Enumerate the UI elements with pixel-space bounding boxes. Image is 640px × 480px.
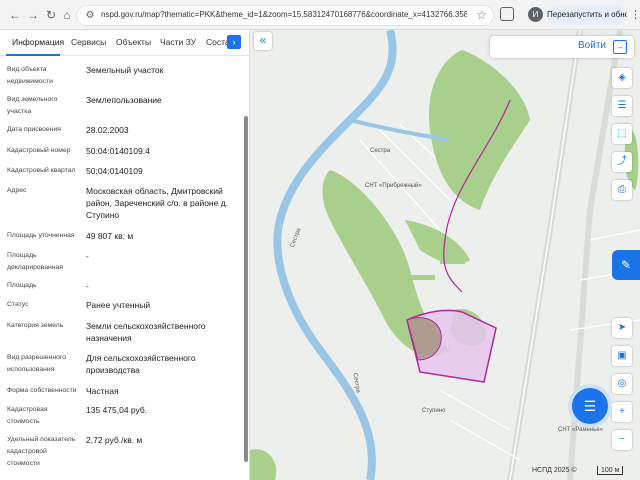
info-value: Землепользование	[86, 95, 162, 105]
gps-icon[interactable]: ◎	[612, 374, 632, 394]
relaunch-button[interactable]: Перезапустить и обновить	[547, 5, 627, 25]
info-label: Вид объекта недвижимости	[7, 66, 53, 85]
map-copyright: НСПД 2025 ©	[532, 467, 577, 474]
profile-avatar[interactable]: И	[528, 7, 543, 22]
info-label: Адрес	[7, 187, 27, 194]
url-text[interactable]: nspd.gov.ru/map?thematic=PKK&theme_id=1&…	[101, 10, 467, 19]
info-label: Кадастровый квартал	[7, 167, 76, 174]
info-label: Дата присвоения	[7, 126, 61, 133]
layers-icon[interactable]: ◈	[612, 68, 632, 88]
login-arrow-icon: →	[613, 40, 627, 54]
info-value: -	[86, 281, 89, 291]
river-label: Сестра	[370, 148, 391, 154]
info-value: Земельный участок	[86, 65, 164, 75]
info-label: Площадь декларированная	[7, 252, 63, 271]
info-label: Площадь	[7, 282, 37, 289]
login-label: Войти	[578, 40, 606, 51]
zoom-out-icon[interactable]: −	[612, 430, 632, 450]
settlement-label: СНТ «Прибрежный»	[365, 183, 422, 189]
collapse-panel-icon[interactable]: «	[254, 32, 272, 50]
info-value: Частная	[86, 386, 119, 396]
info-panel: Информация Сервисы Объекты Части ЗУ Сост…	[0, 30, 250, 480]
info-value: Для сельскохозяйственного производства	[86, 353, 196, 375]
info-value: 50:04:0140109	[86, 166, 143, 176]
info-label: Вид разрешенного использования	[7, 354, 66, 373]
share-icon[interactable]: ⤴	[612, 152, 632, 172]
info-value: 28.02.2003	[86, 125, 129, 135]
tab-parcel-parts[interactable]: Части ЗУ	[160, 37, 196, 47]
panel-scrollbar[interactable]	[244, 116, 248, 462]
back-arrow-icon[interactable]: ←	[6, 6, 24, 24]
info-label: Площадь уточненная	[7, 232, 75, 239]
bookmark-star-icon[interactable]: ☆	[476, 8, 487, 22]
layers-list-icon[interactable]: ☰	[612, 96, 632, 116]
browser-toolbar: ← → ↻ ⌂ ⚙ nspd.gov.ru/map?thematic=PKK&t…	[0, 0, 640, 30]
info-value: 2,72 руб./кв. м	[86, 435, 143, 445]
login-button[interactable]: Войти →	[490, 36, 634, 58]
info-value: -	[86, 251, 89, 261]
tab-information[interactable]: Информация	[12, 37, 64, 47]
forward-arrow-icon[interactable]: →	[24, 6, 42, 24]
info-label: Кадастровая стоимость	[7, 406, 48, 425]
active-tab-indicator	[6, 54, 60, 56]
zoom-in-icon[interactable]: +	[612, 402, 632, 422]
extensions-icon[interactable]	[500, 7, 514, 21]
info-label: Удельный показатель кадастровой стоимост…	[7, 436, 76, 467]
map-view-icon[interactable]: ▣	[612, 346, 632, 366]
info-value: Ранее учтенный	[86, 300, 151, 310]
home-icon[interactable]: ⌂	[58, 6, 76, 24]
browser-menu-icon[interactable]: ⋮	[630, 6, 640, 24]
print-icon[interactable]: ⎙	[612, 180, 632, 200]
info-value: 49 807 кв. м	[86, 231, 134, 241]
services-side-tab-icon[interactable]: ✎	[612, 250, 640, 280]
settlement-label: СНТ «Раменье»	[558, 427, 604, 433]
info-value: Московская область, Дмитровский район, З…	[86, 186, 229, 220]
info-label: Форма собственности	[7, 387, 77, 394]
info-label: Статус	[7, 301, 29, 308]
info-label: Кадастровый номер	[7, 147, 71, 154]
locate-me-icon[interactable]: ➤	[612, 318, 632, 338]
map-scale: 100 м	[597, 466, 624, 475]
settlement-label: Ступино	[422, 408, 446, 414]
tabs-scroll-right-icon[interactable]: ›	[227, 35, 241, 49]
info-value: 50:04:0140109:4	[86, 146, 150, 156]
info-label: Категория земель	[7, 322, 64, 329]
info-value: 135 475,04 руб.	[86, 405, 148, 415]
tab-services[interactable]: Сервисы	[71, 37, 106, 47]
tab-objects[interactable]: Объекты	[116, 37, 151, 47]
info-label: Вид земельного участка	[7, 96, 58, 115]
address-bar[interactable]: ⚙ nspd.gov.ru/map?thematic=PKK&theme_id=…	[76, 5, 494, 26]
site-info-icon[interactable]: ⚙	[83, 9, 97, 23]
select-area-icon[interactable]: ⬚	[612, 124, 632, 144]
info-tabs: Информация Сервисы Объекты Части ЗУ Сост…	[0, 30, 249, 56]
chat-icon[interactable]: ☰	[572, 388, 608, 424]
info-value: Земли сельскохозяйственного назначения	[86, 321, 206, 343]
